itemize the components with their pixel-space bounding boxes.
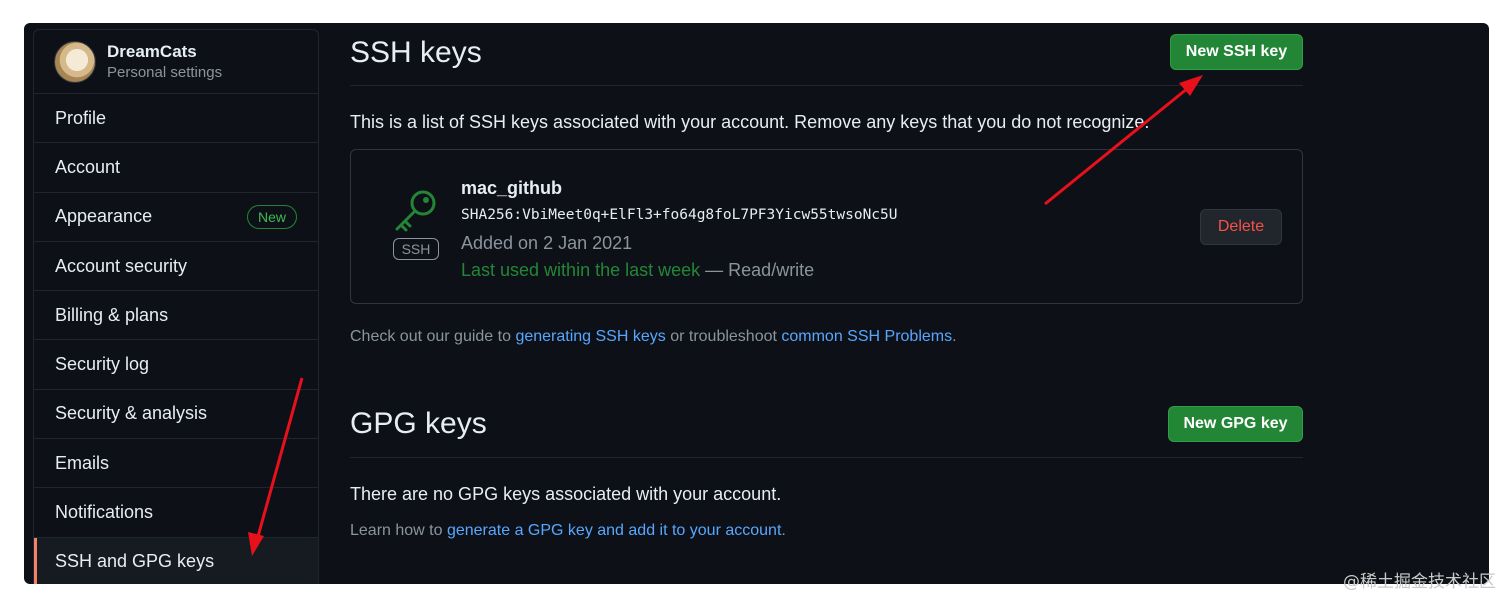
sidebar-item-account-security[interactable]: Account security xyxy=(34,242,318,292)
new-badge: New xyxy=(246,204,297,229)
sidebar-item-label: Account security xyxy=(55,255,188,276)
sidebar-item-label: Emails xyxy=(55,452,110,473)
profile-header[interactable]: DreamCats Personal settings xyxy=(34,30,318,94)
sidebar-item-ssh-gpg-keys[interactable]: SSH and GPG keys xyxy=(34,537,318,584)
sidebar-item-label: Appearance xyxy=(55,206,153,227)
ssh-key-item: SSH mac_github SHA256:VbiMeet0q+ElFl3+fo… xyxy=(350,149,1303,304)
gpg-help-prefix: Learn how to xyxy=(350,522,447,539)
key-last-used: Last used within the last week — Read/wr… xyxy=(461,260,814,281)
sidebar-item-label: Billing & plans xyxy=(55,304,169,325)
sidebar-item-label: Security log xyxy=(55,354,150,375)
sidebar-item-account[interactable]: Account xyxy=(34,143,318,193)
profile-name[interactable]: DreamCats xyxy=(107,42,222,62)
gpg-help-suffix: . xyxy=(781,522,786,539)
generating-ssh-keys-link[interactable]: generating SSH keys xyxy=(515,328,665,345)
key-last-used-text: Last used within the last week xyxy=(461,260,701,280)
ssh-help-suffix: . xyxy=(952,328,957,345)
new-gpg-key-button[interactable]: New GPG key xyxy=(1168,406,1303,442)
ssh-help-text: Check out our guide to generating SSH ke… xyxy=(350,328,957,346)
ssh-section-title: SSH keys xyxy=(350,36,482,69)
sidebar-item-label: Profile xyxy=(55,107,107,128)
settings-window: DreamCats Personal settings Profile Acco… xyxy=(24,23,1489,584)
sidebar-item-label: Account xyxy=(55,156,121,177)
ssh-badge: SSH xyxy=(393,238,439,260)
sidebar-item-appearance[interactable]: Appearance New xyxy=(34,193,318,242)
key-fingerprint: SHA256:VbiMeet0q+ElFl3+fo64g8foL7PF3Yicw… xyxy=(461,207,898,223)
main-content: SSH keys New SSH key This is a list of S… xyxy=(350,23,1303,584)
ssh-help-middle: or troubleshoot xyxy=(665,328,782,345)
watermark: @稀土掘金技术社区 xyxy=(1343,572,1496,592)
gpg-help-text: Learn how to generate a GPG key and add … xyxy=(350,522,786,540)
new-ssh-key-button[interactable]: New SSH key xyxy=(1170,34,1303,70)
gpg-title-divider xyxy=(350,457,1303,458)
key-title: mac_github xyxy=(461,178,563,198)
sidebar-item-label: Security & analysis xyxy=(55,403,208,424)
delete-key-button[interactable]: Delete xyxy=(1200,209,1282,245)
sidebar-item-notifications[interactable]: Notifications xyxy=(34,488,318,538)
key-icon xyxy=(395,190,436,232)
key-icon-group: SSH xyxy=(391,188,443,268)
key-separator: — xyxy=(700,260,729,280)
avatar[interactable] xyxy=(54,40,96,83)
sidebar-item-security-log[interactable]: Security log xyxy=(34,340,318,390)
sidebar-item-security-analysis[interactable]: Security & analysis xyxy=(34,390,318,440)
key-added-date: Added on 2 Jan 2021 xyxy=(461,233,633,253)
sidebar-item-profile[interactable]: Profile xyxy=(34,94,318,144)
profile-text: DreamCats Personal settings xyxy=(107,42,222,81)
profile-subtitle: Personal settings xyxy=(107,63,223,81)
gpg-section-title: GPG keys xyxy=(350,407,487,440)
settings-sidebar: DreamCats Personal settings Profile Acco… xyxy=(33,29,319,584)
ssh-description: This is a list of SSH keys associated wi… xyxy=(350,112,1150,132)
gpg-empty-text: There are no GPG keys associated with yo… xyxy=(350,484,782,504)
sidebar-item-label: SSH and GPG keys xyxy=(55,551,215,572)
sidebar-item-emails[interactable]: Emails xyxy=(34,439,318,489)
ssh-help-prefix: Check out our guide to xyxy=(350,328,516,345)
common-ssh-problems-link[interactable]: common SSH Problems xyxy=(781,328,952,345)
ssh-title-divider xyxy=(350,85,1303,86)
sidebar-item-billing[interactable]: Billing & plans xyxy=(34,291,318,341)
key-access: Read/write xyxy=(728,260,815,280)
generate-gpg-key-link[interactable]: generate a GPG key and add it to your ac… xyxy=(447,522,781,539)
sidebar-item-label: Notifications xyxy=(55,502,154,523)
